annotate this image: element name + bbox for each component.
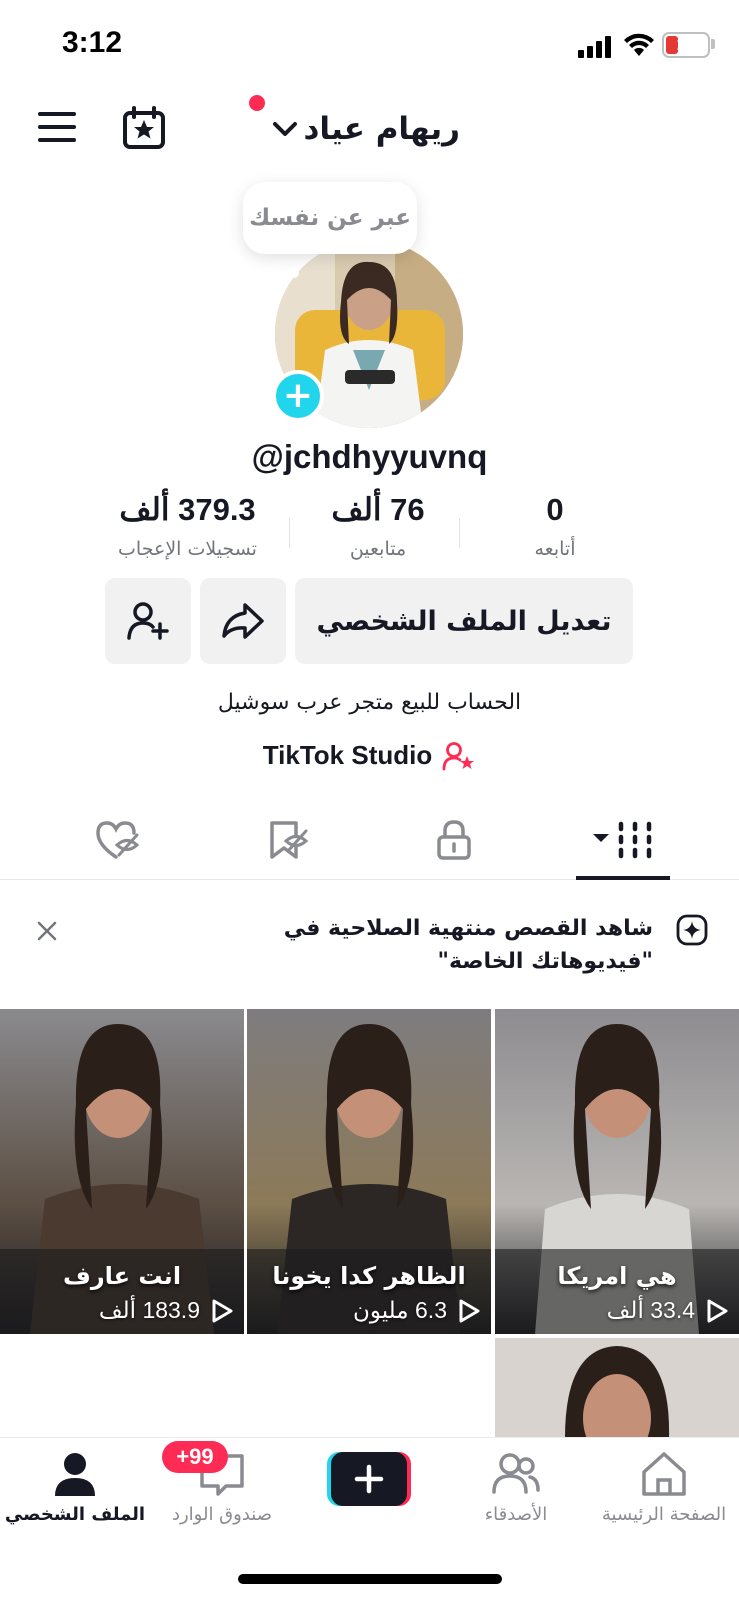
following-count: 0 <box>546 492 564 527</box>
nav-friends-label: الأصدقاء <box>484 1504 548 1525</box>
close-icon[interactable] <box>34 918 60 944</box>
expired-stories-banner[interactable]: شاهد القصص منتهية الصلاحية في "فيديوهاتك… <box>233 912 653 978</box>
bio-prompt-bubble[interactable]: عبر عن نفسك <box>243 182 417 254</box>
video-tile[interactable]: هي امريكا 33.4 ألف <box>495 1009 739 1334</box>
calendar-star-icon[interactable] <box>121 105 167 151</box>
tab-videos[interactable] <box>588 814 660 866</box>
video-tile[interactable]: الظاهر كدا يخونا 6.3 مليون <box>247 1009 491 1334</box>
home-indicator <box>238 1574 502 1584</box>
username-title: ريهام عياد <box>303 111 460 147</box>
video-caption: هي امريكا <box>557 1262 677 1290</box>
profile-icon <box>55 1453 95 1496</box>
video-views: 33.4 ألف <box>607 1297 729 1324</box>
play-icon <box>212 1299 233 1322</box>
video-views-count: 183.9 ألف <box>98 1297 200 1323</box>
edit-profile-button[interactable]: تعديل الملف الشخصي <box>295 578 633 664</box>
bubble-tail <box>289 268 299 278</box>
chevron-down-icon <box>272 122 297 136</box>
video-views: 6.3 مليون <box>353 1297 481 1324</box>
signal-icon <box>578 36 614 58</box>
tab-liked[interactable] <box>88 814 148 866</box>
banner-line-2: "فيديوهاتك الخاصة" <box>437 949 653 974</box>
inbox-badge: +99 <box>162 1441 228 1473</box>
stat-divider <box>289 518 290 548</box>
tiktok-studio-link[interactable]: TikTok Studio <box>0 740 739 771</box>
stat-likes[interactable]: 379.3 ألف تسجيلات الإعجاب <box>100 492 275 560</box>
tiktok-studio-label: TikTok Studio <box>262 740 433 770</box>
wifi-icon <box>624 33 654 56</box>
video-thumbnail <box>495 1338 739 1438</box>
battery-level: 15 <box>676 35 696 54</box>
stat-followers[interactable]: 76 ألف متابعين <box>308 492 448 560</box>
tab-favorites[interactable] <box>258 814 318 866</box>
nav-inbox-label: صندوق الوارد <box>171 1504 273 1525</box>
create-button[interactable] <box>327 1452 411 1506</box>
account-switcher[interactable]: ريهام عياد <box>260 104 460 154</box>
nav-friends[interactable]: الأصدقاء <box>441 1448 591 1525</box>
profile-handle: @jchdhyyuvnq <box>251 438 488 475</box>
sparkle-icon <box>676 914 708 946</box>
menu-icon[interactable] <box>38 110 78 144</box>
content-tabs <box>0 800 739 880</box>
add-friends-button[interactable] <box>105 578 191 664</box>
liked-icon <box>96 821 140 859</box>
video-tile[interactable]: انت عارف 183.9 ألف <box>0 1009 244 1334</box>
video-caption: انت عارف <box>62 1262 182 1290</box>
video-views-count: 6.3 مليون <box>352 1297 447 1323</box>
stat-divider <box>459 518 460 548</box>
friends-icon <box>492 1453 540 1494</box>
stat-following[interactable]: 0 أتابعه <box>500 492 610 560</box>
status-time: 3:12 <box>62 26 123 59</box>
bookmark-icon <box>270 821 309 859</box>
likes-count: 379.3 ألف <box>119 492 256 527</box>
grid-icon <box>593 821 652 859</box>
creator-icon <box>442 741 475 770</box>
video-tile[interactable] <box>495 1338 739 1438</box>
play-icon <box>459 1299 480 1322</box>
edit-profile-label: تعديل الملف الشخصي <box>316 605 612 637</box>
share-profile-button[interactable] <box>200 578 286 664</box>
nav-home-label: الصفحة الرئيسية <box>601 1504 727 1525</box>
battery-icon: 15 <box>662 32 710 58</box>
plus-icon: + <box>282 375 314 416</box>
banner-line-1: شاهد القصص منتهية الصلاحية في <box>283 916 653 941</box>
share-icon <box>222 603 264 639</box>
battery-cap <box>711 39 715 49</box>
add-avatar-button[interactable]: + <box>272 370 324 422</box>
video-views-count: 33.4 ألف <box>606 1297 695 1323</box>
lock-icon <box>437 820 471 860</box>
following-label: أتابعه <box>534 538 576 560</box>
active-tab-indicator <box>576 876 670 880</box>
followers-label: متابعين <box>349 538 407 560</box>
tab-private[interactable] <box>424 814 484 866</box>
bio-prompt-text: عبر عن نفسك <box>249 205 411 231</box>
profile-bio: الحساب للبيع متجر عرب سوشيل <box>217 690 522 715</box>
nav-profile[interactable]: الملف الشخصي <box>0 1448 150 1525</box>
nav-profile-label: الملف الشخصي <box>4 1504 146 1525</box>
status-bar: 3:12 15 <box>0 0 739 90</box>
home-icon <box>642 1452 686 1496</box>
video-caption: الظاهر كدا يخونا <box>272 1262 466 1290</box>
add-friend-icon <box>127 602 169 640</box>
nav-home[interactable]: الصفحة الرئيسية <box>589 1448 739 1525</box>
play-icon <box>707 1299 728 1322</box>
likes-label: تسجيلات الإعجاب <box>118 538 257 560</box>
video-views: 183.9 ألف <box>99 1297 234 1324</box>
followers-count: 76 ألف <box>331 492 425 527</box>
